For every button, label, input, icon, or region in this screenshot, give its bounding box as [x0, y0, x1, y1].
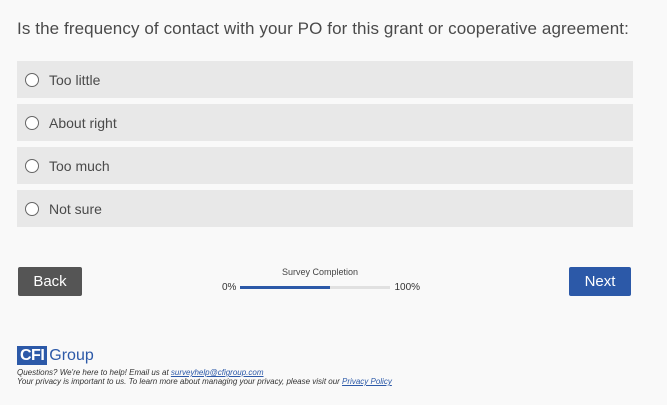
- progress-end-label: 100%: [394, 282, 421, 293]
- option-label: Too little: [49, 71, 101, 88]
- logo-group: Group: [49, 347, 94, 364]
- option-too-little[interactable]: Too little: [17, 61, 633, 98]
- option-label: About right: [49, 114, 117, 131]
- survey-progress: Survey Completion 0% 100%: [222, 267, 430, 293]
- radio-button[interactable]: [25, 72, 39, 87]
- radio-button[interactable]: [25, 158, 39, 173]
- help-text: Questions? We're here to help! Email us …: [17, 368, 171, 377]
- help-email-link[interactable]: surveyhelp@cfigroup.com: [171, 368, 264, 377]
- footer-help-text: Questions? We're here to help! Email us …: [17, 368, 392, 377]
- option-too-much[interactable]: Too much: [17, 147, 633, 184]
- progress-bar-fill: [240, 286, 331, 289]
- privacy-policy-link[interactable]: Privacy Policy: [342, 377, 392, 386]
- option-about-right[interactable]: About right: [17, 104, 633, 141]
- option-label: Not sure: [49, 200, 102, 217]
- option-label: Too much: [49, 157, 110, 174]
- radio-button[interactable]: [25, 115, 39, 130]
- question-text: Is the frequency of contact with your PO…: [17, 19, 629, 38]
- next-button[interactable]: Next: [569, 267, 631, 296]
- footer: CFI Group Questions? We're here to help!…: [17, 346, 392, 386]
- progress-title: Survey Completion: [281, 267, 359, 277]
- progress-start-label: 0%: [222, 282, 237, 293]
- cfi-group-logo: CFI Group: [17, 346, 392, 365]
- logo-cfi: CFI: [17, 346, 48, 365]
- footer-privacy-text: Your privacy is important to us. To lear…: [17, 377, 392, 386]
- radio-button[interactable]: [25, 201, 39, 216]
- privacy-text: Your privacy is important to us. To lear…: [17, 377, 343, 386]
- option-not-sure[interactable]: Not sure: [17, 190, 633, 227]
- progress-bar: [240, 286, 391, 289]
- back-button[interactable]: Back: [18, 267, 82, 296]
- answer-options: Too little About right Too much Not sure: [17, 61, 633, 233]
